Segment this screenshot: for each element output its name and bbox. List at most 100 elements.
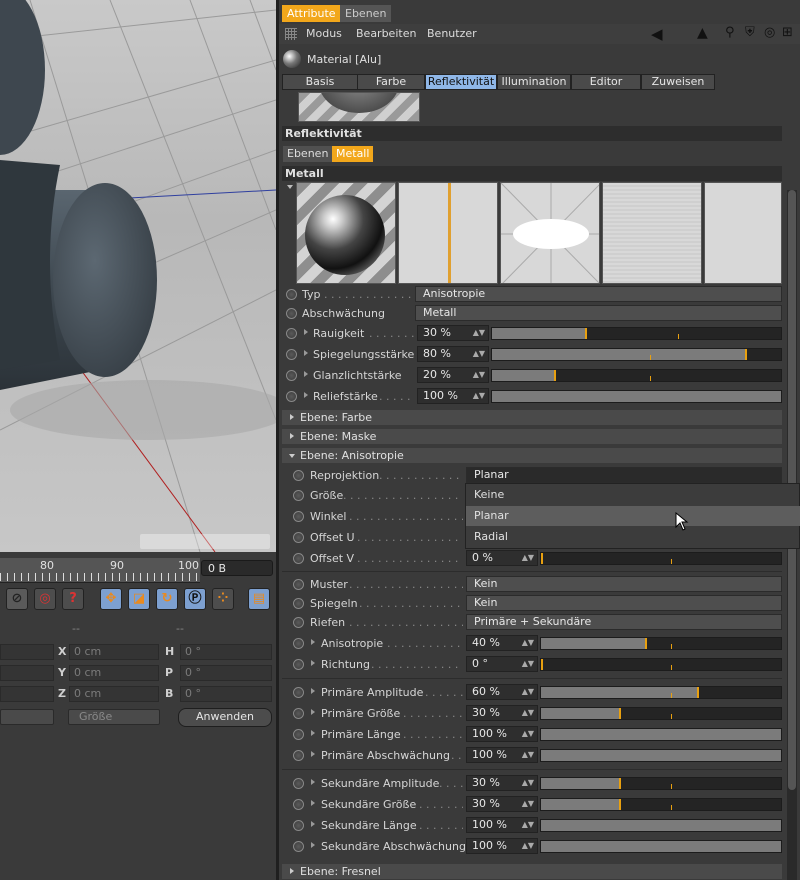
rotation-b-field[interactable]: 0 ° <box>180 686 272 702</box>
sekundaere-abschwaechung-field[interactable]: 100 % ▲▼ <box>466 838 538 854</box>
primaere-amplitude-slider[interactable] <box>540 686 782 699</box>
spiegelungsstaerke-field[interactable]: 80 % ▲▼ <box>417 346 489 362</box>
expand-icon[interactable] <box>304 329 308 335</box>
expand-icon[interactable] <box>311 639 315 645</box>
position-y-field[interactable]: 0 cm <box>69 665 159 681</box>
spiegelungsstaerke-slider[interactable] <box>491 348 782 361</box>
popup-option-radial[interactable]: Radial <box>466 527 800 547</box>
typ-dropdown[interactable]: Anisotropie <box>415 286 782 302</box>
menu-bearbeiten[interactable]: Bearbeiten <box>356 27 416 40</box>
reliefstaerke-slider[interactable] <box>491 390 782 403</box>
sekundaere-groesse-slider[interactable] <box>540 798 782 811</box>
sekundaere-groesse-field[interactable]: 30 % ▲▼ <box>466 796 538 812</box>
anim-radio[interactable] <box>293 687 304 698</box>
glanzlichtstaerke-slider[interactable] <box>491 369 782 382</box>
anim-radio[interactable] <box>293 750 304 761</box>
tab-farbe[interactable]: Farbe <box>357 74 425 90</box>
group-ebene-fresnel[interactable]: Ebene: Fresnel <box>282 864 782 879</box>
anisotropie-slider[interactable] <box>540 637 782 650</box>
rotation-h-field[interactable]: 0 ° <box>180 644 272 660</box>
expand-icon[interactable] <box>311 660 315 666</box>
group-ebene-farbe[interactable]: Ebene: Farbe <box>282 410 782 425</box>
record-keys-icon[interactable]: ◎ <box>34 588 56 610</box>
abschwaechung-dropdown[interactable]: Metall <box>415 305 782 321</box>
anim-radio[interactable] <box>293 617 304 628</box>
expand-icon[interactable] <box>311 821 315 827</box>
preview-collapse-icon[interactable] <box>287 185 293 189</box>
anim-radio[interactable] <box>293 532 304 543</box>
anim-radio[interactable] <box>286 328 297 339</box>
anim-radio[interactable] <box>293 820 304 831</box>
glanzlichtstaerke-field[interactable]: 20 % ▲▼ <box>417 367 489 383</box>
anim-radio[interactable] <box>286 370 297 381</box>
anim-radio[interactable] <box>293 470 304 481</box>
rauigkeit-field[interactable]: 30 % ▲▼ <box>417 325 489 341</box>
up-arrow-icon[interactable]: ▲ <box>697 25 708 41</box>
position-x-field[interactable]: 0 cm <box>69 644 159 660</box>
sekundaere-amplitude-field[interactable]: 30 % ▲▼ <box>466 775 538 791</box>
anim-radio[interactable] <box>293 553 304 564</box>
expand-icon[interactable] <box>311 688 315 694</box>
object-mode-dropdown[interactable] <box>0 709 54 725</box>
timeline-ruler[interactable]: 80 90 100 <box>0 558 200 583</box>
primaere-amplitude-field[interactable]: 60 % ▲▼ <box>466 684 538 700</box>
menu-benutzer[interactable]: Benutzer <box>427 27 477 40</box>
richtung-field[interactable]: 0 ° ▲▼ <box>466 656 538 672</box>
target-icon[interactable]: ◎ <box>764 25 775 40</box>
size-x-field[interactable] <box>0 644 54 660</box>
muster-dropdown[interactable]: Kein <box>466 576 782 592</box>
reprojektion-dropdown[interactable]: Planar <box>466 467 782 483</box>
popup-option-keine[interactable]: Keine <box>466 485 800 505</box>
rauigkeit-slider[interactable] <box>491 327 782 340</box>
expand-icon[interactable] <box>304 392 308 398</box>
expand-icon[interactable] <box>311 730 315 736</box>
scale-key-icon[interactable]: ◪ <box>128 588 150 610</box>
move-key-icon[interactable]: ✥ <box>100 588 122 610</box>
new-panel-icon[interactable]: ⊞ <box>782 25 793 40</box>
tab-basis[interactable]: Basis <box>282 74 358 90</box>
layer-tab-metall[interactable]: Metall <box>332 146 374 162</box>
expand-icon[interactable] <box>311 842 315 848</box>
size-mode-dropdown[interactable]: Größe <box>68 709 160 725</box>
group-ebene-maske[interactable]: Ebene: Maske <box>282 429 782 444</box>
primaere-laenge-field[interactable]: 100 % ▲▼ <box>466 726 538 742</box>
anim-radio[interactable] <box>293 708 304 719</box>
spiegeln-dropdown[interactable]: Kein <box>466 595 782 611</box>
anim-radio[interactable] <box>293 841 304 852</box>
lock-icon[interactable]: ⛨ <box>745 25 755 40</box>
anim-radio[interactable] <box>293 511 304 522</box>
richtung-slider[interactable] <box>540 658 782 671</box>
3d-viewport[interactable] <box>0 0 276 552</box>
anim-radio[interactable] <box>286 391 297 402</box>
anim-radio[interactable] <box>293 659 304 670</box>
apply-button[interactable]: Anwenden <box>178 708 272 727</box>
primaere-groesse-slider[interactable] <box>540 707 782 720</box>
point-level-icon[interactable]: ⁘ <box>212 588 234 610</box>
position-z-field[interactable]: 0 cm <box>69 686 159 702</box>
offset-v-slider[interactable] <box>540 552 782 565</box>
primaere-groesse-field[interactable]: 30 % ▲▼ <box>466 705 538 721</box>
sekundaere-abschwaechung-slider[interactable] <box>540 840 782 853</box>
record-disabled-icon[interactable]: ⊘ <box>6 588 28 610</box>
sekundaere-laenge-field[interactable]: 100 % ▲▼ <box>466 817 538 833</box>
anim-radio[interactable] <box>293 729 304 740</box>
anim-radio[interactable] <box>286 289 297 300</box>
tab-zuweisen[interactable]: Zuweisen <box>641 74 715 90</box>
tab-ebenen[interactable]: Ebenen <box>340 5 392 22</box>
menu-modus[interactable]: Modus <box>306 27 342 40</box>
offset-v-field[interactable]: 0 % ▲▼ <box>466 550 538 566</box>
anim-radio[interactable] <box>293 579 304 590</box>
anim-radio[interactable] <box>286 308 297 319</box>
riefen-dropdown[interactable]: Primäre + Sekundäre <box>466 614 782 630</box>
size-y-field[interactable] <box>0 665 54 681</box>
layer-tab-ebenen[interactable]: Ebenen <box>283 146 333 162</box>
rotate-key-icon[interactable]: ↻ <box>156 588 178 610</box>
reliefstaerke-field[interactable]: 100 % ▲▼ <box>417 388 489 404</box>
keyframe-timeline-icon[interactable]: ▤ <box>248 588 270 610</box>
anim-radio[interactable] <box>286 349 297 360</box>
anim-radio[interactable] <box>293 778 304 789</box>
primaere-abschwaechung-slider[interactable] <box>540 749 782 762</box>
expand-icon[interactable] <box>311 779 315 785</box>
primaere-laenge-slider[interactable] <box>540 728 782 741</box>
search-icon[interactable]: ⚲ <box>725 25 735 40</box>
